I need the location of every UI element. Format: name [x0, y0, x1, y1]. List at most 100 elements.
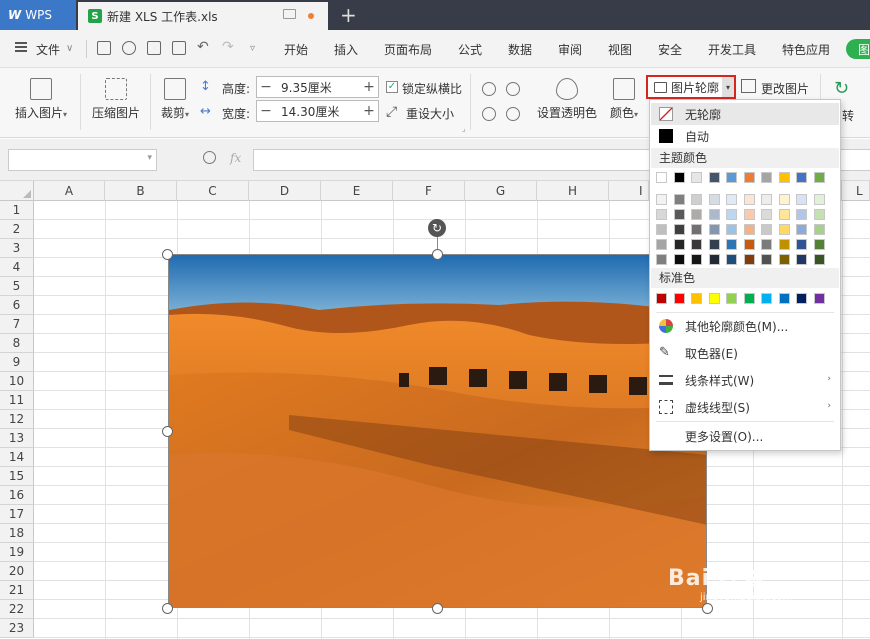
theme-shade-swatch[interactable] — [813, 239, 825, 250]
tab-insert[interactable]: 插入 — [334, 41, 358, 58]
row-header[interactable]: 11 — [0, 391, 34, 410]
row-header[interactable]: 16 — [0, 486, 34, 505]
theme-shade-swatch[interactable] — [743, 194, 755, 205]
color-button[interactable]: 颜色▾ — [606, 78, 642, 121]
theme-shade-swatch[interactable] — [656, 254, 667, 265]
theme-shade-swatch[interactable] — [778, 209, 790, 220]
theme-shade-swatch[interactable] — [778, 194, 790, 205]
change-picture-button[interactable]: 更改图片 — [761, 80, 809, 97]
rotate-handle-icon[interactable]: ↻ — [428, 219, 446, 237]
print-preview-icon[interactable] — [172, 41, 186, 55]
new-tab-button[interactable]: + — [340, 3, 357, 27]
column-header[interactable]: L — [842, 181, 870, 201]
resize-handle[interactable] — [162, 249, 173, 260]
name-box[interactable] — [8, 149, 157, 171]
tab-review[interactable]: 审阅 — [558, 41, 582, 58]
reset-size-button[interactable]: 重设大小 — [406, 105, 454, 122]
row-header[interactable]: 6 — [0, 296, 34, 315]
chevron-down-icon[interactable]: ∨ — [66, 43, 73, 54]
lock-ratio-checkbox[interactable]: ✓ — [386, 81, 398, 93]
column-header[interactable]: A — [34, 181, 105, 201]
theme-shade-swatch[interactable] — [743, 209, 755, 220]
theme-shade-swatch[interactable] — [726, 239, 737, 250]
theme-shade-swatch[interactable] — [656, 224, 667, 235]
theme-shade-swatch[interactable] — [743, 254, 755, 265]
more-settings-item[interactable]: 更多设置(O)... — [651, 425, 839, 447]
wps-home-tab[interactable]: W WPS — [0, 0, 76, 30]
theme-shade-swatch[interactable] — [656, 209, 667, 220]
theme-shade-swatch[interactable] — [691, 254, 702, 265]
theme-shade-swatch[interactable] — [726, 224, 737, 235]
standard-color-swatch[interactable] — [761, 293, 772, 304]
insert-picture-button[interactable]: 插入图片▾ — [10, 78, 72, 121]
row-header[interactable]: 21 — [0, 581, 34, 600]
tab-page-layout[interactable]: 页面布局 — [384, 41, 432, 58]
width-value[interactable]: 14.30厘米 — [275, 103, 360, 120]
compress-picture-button[interactable]: 压缩图片 — [88, 78, 144, 121]
theme-color-swatch[interactable] — [656, 172, 667, 183]
theme-shade-swatch[interactable] — [796, 224, 807, 235]
undo-icon[interactable]: ↶ — [197, 39, 209, 55]
line-style-item[interactable]: 线条样式(W) › — [651, 369, 839, 391]
tab-developer[interactable]: 开发工具 — [708, 41, 756, 58]
fx-icon[interactable]: fx — [230, 151, 241, 165]
standard-color-swatch[interactable] — [813, 293, 825, 304]
theme-shade-swatch[interactable] — [708, 209, 720, 220]
row-header[interactable]: 12 — [0, 410, 34, 429]
row-header[interactable]: 23 — [0, 619, 34, 638]
theme-shade-swatch[interactable] — [656, 194, 667, 205]
theme-color-swatch[interactable] — [691, 172, 702, 183]
theme-color-swatch[interactable] — [778, 172, 790, 183]
row-header[interactable]: 5 — [0, 277, 34, 296]
row-header[interactable]: 3 — [0, 239, 34, 258]
theme-shade-swatch[interactable] — [691, 194, 702, 205]
set-transparent-button[interactable]: 设置透明色 — [534, 78, 600, 121]
lock-ratio-label[interactable]: 锁定纵横比 — [402, 80, 462, 97]
standard-color-swatch[interactable] — [796, 293, 807, 304]
tab-security[interactable]: 安全 — [658, 41, 682, 58]
increase-width-button[interactable]: + — [360, 101, 378, 121]
increase-height-button[interactable]: + — [360, 77, 378, 97]
select-all-corner[interactable] — [0, 181, 34, 201]
theme-shade-swatch[interactable] — [691, 224, 702, 235]
row-header[interactable]: 17 — [0, 505, 34, 524]
menu-icon[interactable] — [15, 42, 27, 52]
theme-shade-swatch[interactable] — [708, 194, 720, 205]
theme-color-swatch[interactable] — [743, 172, 755, 183]
theme-color-swatch[interactable] — [708, 172, 720, 183]
theme-shade-swatch[interactable] — [691, 209, 702, 220]
standard-color-swatch[interactable] — [656, 293, 667, 304]
row-header[interactable]: 9 — [0, 353, 34, 372]
theme-shade-swatch[interactable] — [708, 254, 720, 265]
height-stepper[interactable]: − 9.35厘米 + — [256, 76, 379, 98]
print-icon[interactable] — [147, 41, 161, 55]
theme-shade-swatch[interactable] — [796, 239, 807, 250]
theme-shade-swatch[interactable] — [673, 209, 685, 220]
standard-color-swatch[interactable] — [743, 293, 755, 304]
row-header[interactable]: 14 — [0, 448, 34, 467]
theme-shade-swatch[interactable] — [743, 239, 755, 250]
row-header[interactable]: 15 — [0, 467, 34, 486]
theme-shade-swatch[interactable] — [708, 224, 720, 235]
theme-shade-swatch[interactable] — [726, 254, 737, 265]
theme-color-swatch[interactable] — [726, 172, 737, 183]
standard-color-swatch[interactable] — [726, 293, 737, 304]
theme-shade-swatch[interactable] — [761, 224, 772, 235]
zoom-search-icon[interactable] — [203, 151, 216, 164]
rotate-button[interactable]: 转 — [842, 107, 854, 124]
column-header[interactable]: I — [609, 181, 649, 201]
format-painter-icon[interactable] — [122, 41, 136, 55]
column-header[interactable]: B — [105, 181, 177, 201]
height-value[interactable]: 9.35厘米 — [275, 79, 360, 96]
picture-outline-button[interactable]: 图片轮廓 ▾ — [646, 75, 736, 99]
theme-shade-swatch[interactable] — [656, 239, 667, 250]
resize-handle[interactable] — [432, 249, 443, 260]
monitor-icon[interactable] — [283, 9, 296, 19]
row-header[interactable]: 1 — [0, 201, 34, 220]
theme-shade-swatch[interactable] — [778, 224, 790, 235]
dialog-launcher-icon[interactable]: ⌟ — [462, 124, 466, 133]
row-header[interactable]: 10 — [0, 372, 34, 391]
theme-shade-swatch[interactable] — [708, 239, 720, 250]
theme-shade-swatch[interactable] — [813, 224, 825, 235]
dash-type-item[interactable]: 虚线线型(S) › — [651, 396, 839, 418]
